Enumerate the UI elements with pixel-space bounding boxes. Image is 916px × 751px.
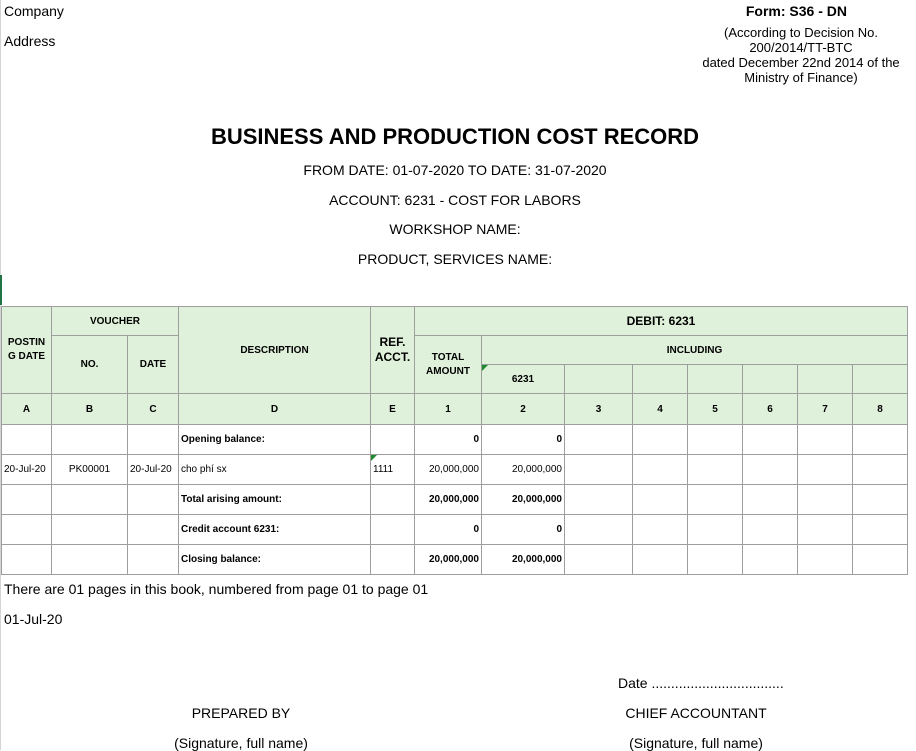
table-row: Closing balance: 20,000,000 20,000,000 xyxy=(1,544,908,575)
sub-account-blank xyxy=(564,364,633,394)
decision-reference: (According to Decision No. 200/2014/TT-B… xyxy=(690,25,912,85)
column-code: 6 xyxy=(742,393,798,425)
description-cell: Total arising amount: xyxy=(178,484,371,515)
ref-acct-cell: 1111 xyxy=(370,454,415,485)
column-code: B xyxy=(51,393,128,425)
description-cell: Credit account 6231: xyxy=(178,514,371,545)
workshop-line: WORKSHOP NAME: xyxy=(389,221,521,237)
decision-line: dated December 22nd 2014 of the xyxy=(702,55,900,70)
account-6231-cell: 20,000,000 xyxy=(481,544,565,575)
ref-acct-cell xyxy=(370,514,415,545)
description-cell: cho phí sx xyxy=(178,454,371,485)
sub-account-blank xyxy=(852,364,908,394)
voucher-no-header: NO. xyxy=(51,335,128,394)
sub-account-blank xyxy=(742,364,798,394)
ref-acct-cell xyxy=(370,544,415,575)
ref-acct-cell xyxy=(370,424,415,455)
posting-date-header: POSTIN G DATE xyxy=(1,306,52,394)
voucher-date-header: DATE xyxy=(127,335,179,394)
debit-header: DEBIT: 6231 xyxy=(414,306,908,336)
column-code: E xyxy=(370,393,415,425)
table-row: Opening balance: 0 0 xyxy=(1,424,908,455)
row-selection-marker xyxy=(0,275,2,305)
decision-line: Ministry of Finance) xyxy=(744,70,858,85)
column-code: 4 xyxy=(632,393,688,425)
account-6231-cell: 20,000,000 xyxy=(481,484,565,515)
sub-account-blank xyxy=(797,364,853,394)
address-label: Address xyxy=(4,33,56,49)
column-code: A xyxy=(1,393,52,425)
voucher-date-cell xyxy=(127,424,179,455)
column-code: 5 xyxy=(687,393,743,425)
date-printed: 01-Jul-20 xyxy=(4,611,63,627)
total-amount-cell: 20,000,000 xyxy=(414,544,482,575)
column-code: 7 xyxy=(797,393,853,425)
prepared-by-label: PREPARED BY xyxy=(191,705,291,721)
posting-date-cell xyxy=(1,514,52,545)
voucher-no-cell xyxy=(51,514,128,545)
posting-date-cell: 20-Jul-20 xyxy=(1,454,52,485)
column-code: C xyxy=(127,393,179,425)
ref-acct-header: REF. ACCT. xyxy=(370,306,415,394)
voucher-no-cell: PK00001 xyxy=(51,454,128,485)
table-row: Credit account 6231: 0 0 xyxy=(1,514,908,545)
account-6231-cell: 0 xyxy=(481,424,565,455)
total-amount-cell: 20,000,000 xyxy=(414,484,482,515)
voucher-header: VOUCHER xyxy=(51,306,179,336)
decision-line: (According to Decision No. xyxy=(724,25,878,40)
voucher-date-cell xyxy=(127,484,179,515)
voucher-date-cell xyxy=(127,514,179,545)
including-header: INCLUDING xyxy=(481,335,908,365)
signature-right: (Signature, full name) xyxy=(629,735,763,751)
company-label: Company xyxy=(4,3,64,19)
table-row: 20-Jul-20 PK00001 20-Jul-20 cho phí sx 1… xyxy=(1,454,908,485)
product-line: PRODUCT, SERVICES NAME: xyxy=(357,251,553,267)
account-6231-cell: 0 xyxy=(481,514,565,545)
date-line: Date .................................. xyxy=(618,675,784,691)
voucher-no-cell xyxy=(51,424,128,455)
total-amount-cell: 0 xyxy=(414,514,482,545)
sub-account-header: 6231 xyxy=(481,364,565,394)
page-title: BUSINESS AND PRODUCTION COST RECORD xyxy=(210,124,700,149)
account-6231-cell: 20,000,000 xyxy=(481,454,565,485)
period-line: FROM DATE: 01-07-2020 TO DATE: 31-07-202… xyxy=(303,162,607,178)
posting-date-cell xyxy=(1,424,52,455)
posting-date-cell xyxy=(1,484,52,515)
decision-line: 200/2014/TT-BTC xyxy=(749,40,853,55)
description-cell: Opening balance: xyxy=(178,424,371,455)
total-amount-header: TOTAL AMOUNT xyxy=(414,335,482,394)
posting-date-cell xyxy=(1,544,52,575)
column-code: 2 xyxy=(481,393,565,425)
voucher-no-cell xyxy=(51,544,128,575)
chief-accountant-label: CHIEF ACCOUNTANT xyxy=(625,705,767,721)
cost-record-table: POSTIN G DATE VOUCHER DESCRIPTION REF. A… xyxy=(1,306,908,575)
table-row: Total arising amount: 20,000,000 20,000,… xyxy=(1,484,908,515)
ref-acct-cell xyxy=(370,484,415,515)
description-header: DESCRIPTION xyxy=(178,306,371,394)
voucher-date-cell xyxy=(127,544,179,575)
column-code: 8 xyxy=(852,393,908,425)
column-code: 3 xyxy=(564,393,633,425)
sub-account-blank xyxy=(687,364,743,394)
form-code: Form: S36 - DN xyxy=(745,3,847,19)
sub-account-blank xyxy=(632,364,688,394)
column-code: D xyxy=(178,393,371,425)
total-amount-cell: 20,000,000 xyxy=(414,454,482,485)
signature-left: (Signature, full name) xyxy=(174,735,308,751)
total-amount-cell: 0 xyxy=(414,424,482,455)
account-line: ACCOUNT: 6231 - COST FOR LABORS xyxy=(329,192,581,208)
column-code: 1 xyxy=(414,393,482,425)
voucher-date-cell: 20-Jul-20 xyxy=(127,454,179,485)
pages-note: There are 01 pages in this book, numbere… xyxy=(4,581,429,597)
voucher-no-cell xyxy=(51,484,128,515)
description-cell: Closing balance: xyxy=(178,544,371,575)
